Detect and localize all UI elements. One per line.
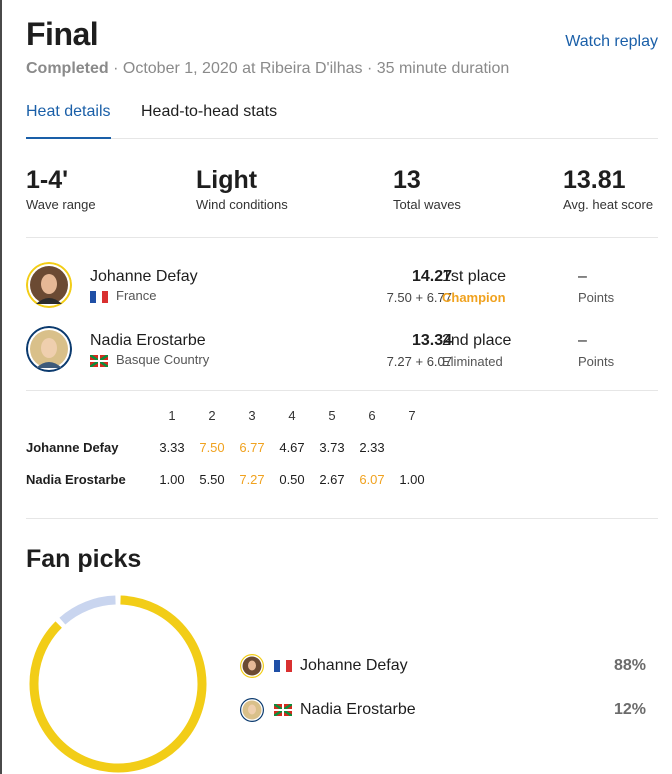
points-value: – bbox=[578, 268, 587, 285]
page-title: Final bbox=[26, 16, 99, 52]
heat-details: · October 1, 2020 at Ribeira D'ilhas · 3… bbox=[108, 60, 510, 77]
stat-wave-range: 1-4' Wave range bbox=[26, 165, 96, 212]
stat-label: Wind conditions bbox=[196, 197, 288, 212]
wave-number-header: 3 bbox=[248, 408, 256, 423]
wave-number-header: 6 bbox=[368, 408, 376, 423]
result-badge: Eliminated bbox=[442, 354, 503, 369]
wave-score: 3.73 bbox=[319, 440, 345, 455]
wave-score: 7.50 bbox=[199, 440, 225, 455]
wave-score: 6.77 bbox=[239, 440, 265, 455]
france-flag-icon bbox=[90, 291, 108, 303]
stat-total-waves: 13 Total waves bbox=[393, 165, 461, 212]
heat-subtitle: Completed · October 1, 2020 at Ribeira D… bbox=[26, 60, 509, 78]
wave-score: 5.50 bbox=[199, 472, 225, 487]
wave-score: 4.67 bbox=[279, 440, 305, 455]
wave-score: 6.07 bbox=[359, 472, 385, 487]
points-label: Points bbox=[578, 290, 615, 305]
divider bbox=[26, 390, 658, 391]
tab-head-to-head-stats[interactable]: Head-to-head stats bbox=[141, 103, 277, 137]
stat-avg-heat-score: 13.81 Avg. heat score bbox=[563, 165, 653, 212]
avatar bbox=[26, 326, 72, 372]
tab-bar: Heat details Head-to-head stats bbox=[26, 103, 658, 139]
avatar bbox=[240, 698, 264, 722]
wave-number-header: 7 bbox=[408, 408, 416, 423]
basque-flag-icon bbox=[90, 355, 108, 367]
wave-number-header: 1 bbox=[168, 408, 176, 423]
fan-pick-nadia-erostarbe: Nadia Erostarbe 12% bbox=[240, 698, 658, 726]
athlete-country: Basque Country bbox=[116, 352, 210, 367]
fan-pick-percent: 12% bbox=[613, 701, 646, 718]
stat-label: Total waves bbox=[393, 197, 461, 212]
divider bbox=[26, 518, 658, 519]
fan-pick-johanne-defay: Johanne Defay 88% bbox=[240, 654, 658, 682]
stat-label: Wave range bbox=[26, 197, 96, 212]
wave-score: 3.33 bbox=[159, 440, 185, 455]
result-badge: Champion bbox=[442, 290, 506, 305]
stat-wind-conditions: Light Wind conditions bbox=[196, 165, 288, 212]
window-edge bbox=[0, 0, 2, 774]
wave-number-header: 5 bbox=[328, 408, 336, 423]
stat-value: 13.81 bbox=[563, 166, 626, 194]
athlete-country: France bbox=[116, 288, 157, 303]
wave-row-athlete-name: Nadia Erostarbe bbox=[26, 472, 126, 487]
france-flag-icon bbox=[274, 660, 292, 672]
points-label: Points bbox=[578, 354, 615, 369]
divider bbox=[26, 237, 658, 238]
fan-pick-name: Nadia Erostarbe bbox=[300, 701, 416, 718]
athlete-name: Johanne Defay bbox=[90, 268, 198, 285]
donut-slice-johanne-defay bbox=[29, 595, 207, 773]
athlete-name: Nadia Erostarbe bbox=[90, 332, 206, 349]
points-value: – bbox=[578, 332, 587, 349]
fan-picks-donut-chart bbox=[29, 595, 207, 773]
wave-score: 2.33 bbox=[359, 440, 385, 455]
wave-score: 0.50 bbox=[279, 472, 305, 487]
athlete-row-johanne-defay[interactable]: Johanne Defay France 14.27 7.50 + 6.77 1… bbox=[26, 262, 658, 318]
wave-row-athlete-name: Johanne Defay bbox=[26, 440, 119, 455]
stat-value: 13 bbox=[393, 166, 421, 194]
watch-replay-link[interactable]: Watch replay bbox=[565, 33, 658, 51]
wave-score: 1.00 bbox=[159, 472, 185, 487]
wave-score: 1.00 bbox=[399, 472, 425, 487]
wave-number-header: 2 bbox=[208, 408, 216, 423]
basque-flag-icon bbox=[274, 704, 292, 716]
placing: 2nd place bbox=[442, 332, 512, 349]
stat-value: Light bbox=[196, 166, 258, 194]
wave-score: 2.67 bbox=[319, 472, 345, 487]
fan-pick-name: Johanne Defay bbox=[300, 657, 408, 674]
placing: 1st place bbox=[442, 268, 507, 285]
wave-number-header: 4 bbox=[288, 408, 296, 423]
stat-label: Avg. heat score bbox=[563, 197, 654, 212]
avatar bbox=[26, 262, 72, 308]
athlete-row-nadia-erostarbe[interactable]: Nadia Erostarbe Basque Country 13.34 7.2… bbox=[26, 326, 658, 382]
stat-value: 1-4' bbox=[26, 166, 69, 194]
avatar bbox=[240, 654, 264, 678]
heat-status: Completed bbox=[26, 60, 109, 77]
donut-slice-nadia-erostarbe bbox=[59, 595, 116, 625]
tab-heat-details[interactable]: Heat details bbox=[26, 103, 111, 139]
fan-picks-title: Fan picks bbox=[26, 545, 142, 573]
wave-score: 7.27 bbox=[239, 472, 265, 487]
fan-pick-percent: 88% bbox=[613, 657, 646, 674]
